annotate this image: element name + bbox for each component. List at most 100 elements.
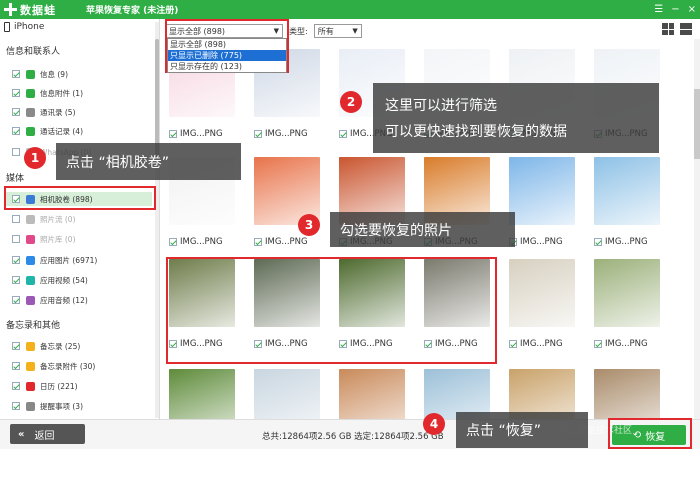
photo-thumbnail[interactable] [594, 259, 660, 327]
filter-option-all[interactable]: 显示全部 (898) [168, 39, 286, 50]
annotation-box-photos [166, 257, 497, 364]
checkbox[interactable] [12, 108, 20, 116]
photo-checkbox[interactable] [254, 130, 262, 138]
badge-step1: 1 [24, 147, 46, 169]
section-media: 媒体 [6, 174, 25, 184]
photo-caption: IMG...PNG [509, 237, 563, 247]
annotation-box-restore [608, 418, 692, 449]
app-title: 苹果恢复专家 (未注册) [86, 6, 179, 16]
section-memo-other: 备忘录和其他 [6, 321, 61, 331]
checkbox[interactable] [12, 256, 20, 264]
section-info-contacts: 信息和联系人 [6, 47, 61, 57]
sidebar-item-notes-attachments[interactable]: 备忘录附件 (30) [12, 359, 95, 373]
photo-filename: IMG...PNG [605, 237, 648, 247]
phone-icon [4, 22, 10, 32]
sidebar-item-app-photos[interactable]: 应用图片 (6971) [12, 253, 97, 267]
badge-step4: 4 [423, 413, 445, 435]
menu-icon[interactable]: ☰ [654, 4, 663, 15]
double-chevron-left-icon: « [18, 428, 25, 440]
sidebar-item-call-log[interactable]: 通话记录 (4) [12, 124, 83, 138]
chevron-down-icon: ▼ [352, 27, 358, 35]
sidebar-item-message-attachments[interactable]: 信息附件 (1) [12, 86, 83, 100]
checkbox[interactable] [12, 402, 20, 410]
checkbox[interactable] [12, 362, 20, 370]
callout-step3: 勾选要恢复的照片 [330, 212, 515, 247]
photo-checkbox[interactable] [509, 340, 517, 348]
photo-filename: IMG...PNG [520, 339, 563, 349]
photo-filename: IMG...PNG [180, 237, 223, 247]
badge-step2: 2 [340, 91, 362, 113]
type-select[interactable]: 所有 ▼ [313, 24, 362, 38]
photo-item[interactable]: IMG...PNG [586, 157, 666, 267]
contacts-icon [26, 107, 35, 117]
photo-checkbox[interactable] [169, 238, 177, 246]
title-bar: 数据蛙 苹果恢复专家 (未注册) ☰ − × [0, 0, 700, 19]
photo-checkbox[interactable] [254, 238, 262, 246]
callout-step1: 点击 “相机胶卷” [56, 143, 241, 180]
notes-attachment-icon [26, 361, 35, 371]
photo-checkbox[interactable] [594, 340, 602, 348]
minimize-icon[interactable]: − [671, 4, 679, 15]
photo-item[interactable]: IMG...PNG [246, 157, 326, 267]
sidebar-item-photo-stream[interactable]: 照片流 (0) [12, 212, 76, 226]
photo-checkbox[interactable] [339, 130, 347, 138]
photo-thumbnail[interactable] [509, 157, 575, 225]
photo-caption: IMG...PNG [594, 339, 648, 349]
callout-step4: 点击 “恢复” [456, 412, 588, 448]
device-name: iPhone [14, 22, 45, 32]
notes-icon [26, 341, 35, 351]
phone-call-icon [26, 126, 35, 136]
sidebar-item-app-videos[interactable]: 应用视频 (54) [12, 273, 88, 287]
sidebar-item-app-audio[interactable]: 应用音频 (12) [12, 293, 88, 307]
photo-item[interactable]: IMG...PNG [501, 259, 581, 369]
photo-checkbox[interactable] [169, 130, 177, 138]
app-audio-icon [26, 295, 35, 305]
checkbox[interactable] [12, 382, 20, 390]
photo-filename: IMG...PNG [265, 237, 308, 247]
selection-stats: 总共:12864项2.56 GB 选定:12864项2.56 GB [262, 432, 444, 442]
filter-dropdown: 显示全部 (898) 只显示已删除 (775) 只显示存在的 (123) [167, 38, 287, 73]
checkbox[interactable] [12, 89, 20, 97]
app-photos-icon [26, 255, 35, 265]
callout-step2: 这里可以进行筛选 可以更快速找到要恢复的数据 [373, 83, 659, 153]
photo-filename: IMG...PNG [265, 129, 308, 139]
main-scroll-thumb[interactable] [694, 89, 700, 159]
sidebar-item-messages[interactable]: 信息 (9) [12, 67, 68, 81]
photo-stream-icon [26, 214, 35, 224]
sidebar-item-calendar[interactable]: 日历 (221) [12, 379, 78, 393]
sidebar-item-notes[interactable]: 备忘录 (25) [12, 339, 80, 353]
photo-caption: IMG...PNG [594, 237, 648, 247]
sidebar-scroll-thumb[interactable] [155, 39, 159, 159]
photo-library-icon [26, 234, 35, 244]
type-label: 类型: [289, 26, 308, 36]
grid-view-icon[interactable] [662, 23, 674, 35]
checkbox[interactable] [12, 276, 20, 284]
checkbox[interactable] [12, 342, 20, 350]
sidebar-item-contacts[interactable]: 通讯录 (5) [12, 105, 76, 119]
photo-thumbnail[interactable] [509, 259, 575, 327]
sidebar: iPhone 信息和联系人 信息 (9) 信息附件 (1) 通讯录 (5) 通话… [0, 19, 160, 419]
photo-filename: IMG...PNG [180, 129, 223, 139]
back-button[interactable]: « 返回 [10, 424, 85, 444]
sidebar-item-reminders[interactable]: 提醒事项 (3) [12, 399, 83, 413]
sidebar-item-photo-library[interactable]: 照片库 (0) [12, 232, 76, 246]
checkbox[interactable] [12, 235, 20, 243]
list-view-icon[interactable] [680, 23, 692, 35]
filter-option-existing[interactable]: 只显示存在的 (123) [168, 61, 286, 72]
annotation-box-camera-roll [4, 186, 156, 210]
message-icon [26, 69, 35, 79]
photo-filename: IMG...PNG [605, 339, 648, 349]
checkbox[interactable] [12, 70, 20, 78]
photo-caption: IMG...PNG [169, 129, 223, 139]
checkbox[interactable] [12, 148, 20, 156]
device-row[interactable]: iPhone [4, 22, 44, 32]
photo-checkbox[interactable] [594, 238, 602, 246]
photo-thumbnail[interactable] [594, 157, 660, 225]
checkbox[interactable] [12, 296, 20, 304]
close-icon[interactable]: × [688, 4, 696, 15]
checkbox[interactable] [12, 127, 20, 135]
filter-option-deleted[interactable]: 只显示已删除 (775) [168, 50, 286, 61]
photo-item[interactable]: IMG...PNG [586, 259, 666, 369]
logo-text: 数据蛙 [20, 3, 56, 17]
checkbox[interactable] [12, 215, 20, 223]
